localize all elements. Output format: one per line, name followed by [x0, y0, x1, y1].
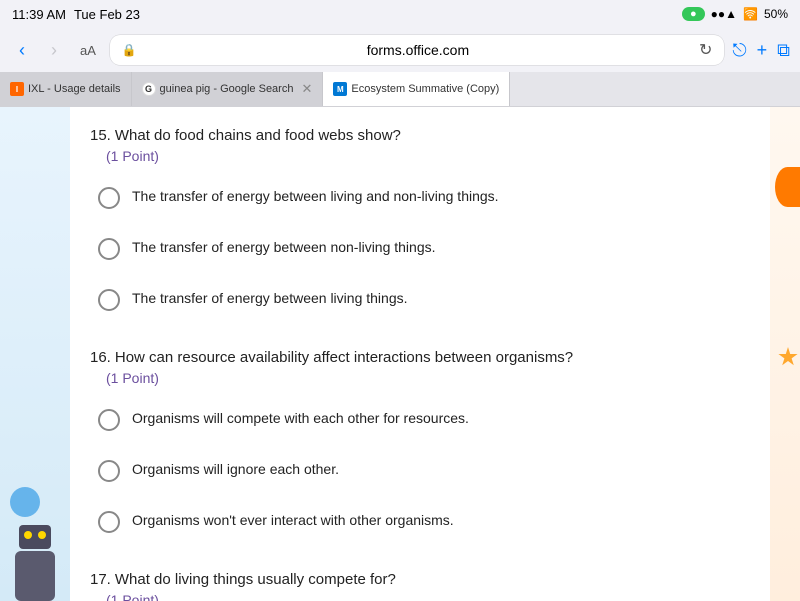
lock-icon: 🔒 [122, 43, 137, 57]
radio-16-2[interactable] [98, 460, 120, 482]
google-favicon: G [142, 82, 156, 96]
main-content: 15. What do food chains and food webs sh… [70, 107, 770, 601]
reload-button[interactable]: ↻ [699, 40, 712, 60]
question-16-row: 16. How can resource availability affect… [90, 349, 740, 366]
tabs-bar: I IXL - Usage details G guinea pig - Goo… [0, 72, 800, 106]
question-16-option-1[interactable]: Organisms will compete with each other f… [90, 402, 740, 437]
radio-15-2[interactable] [98, 238, 120, 260]
option-15-3-label: The transfer of energy between living th… [132, 288, 408, 309]
question-16-option-2[interactable]: Organisms will ignore each other. [90, 453, 740, 488]
call-indicator: ● [682, 7, 705, 21]
radio-16-3[interactable] [98, 511, 120, 533]
question-15: 15. What do food chains and food webs sh… [90, 127, 740, 317]
reader-mode-button[interactable]: aA [74, 41, 102, 60]
radio-15-1[interactable] [98, 187, 120, 209]
question-17-number: 17. [90, 571, 111, 588]
browser-chrome: ‹ › aA 🔒 forms.office.com ↻ ⎋ + ⧉ I IXL … [0, 28, 800, 107]
question-16-option-3[interactable]: Organisms won't ever interact with other… [90, 504, 740, 539]
question-15-row: 15. What do food chains and food webs sh… [90, 127, 740, 144]
tab-google[interactable]: G guinea pig - Google Search ✕ [132, 72, 324, 106]
robot-eye-right [38, 531, 46, 539]
back-button[interactable]: ‹ [10, 38, 34, 63]
page-wrapper: 15. What do food chains and food webs sh… [0, 107, 800, 601]
robot-decoration [15, 525, 55, 601]
question-15-option-3[interactable]: The transfer of energy between living th… [90, 282, 740, 317]
robot-body [15, 551, 55, 601]
add-tab-button[interactable]: + [757, 40, 768, 61]
option-16-3-label: Organisms won't ever interact with other… [132, 510, 454, 531]
nav-bar: ‹ › aA 🔒 forms.office.com ↻ ⎋ + ⧉ [0, 28, 800, 72]
browser-actions: ⎋ + ⧉ [732, 40, 790, 61]
question-17: 17. What do living things usually compet… [90, 571, 740, 601]
date: Tue Feb 23 [74, 7, 140, 22]
time: 11:39 AM [12, 7, 66, 22]
question-15-text: What do food chains and food webs show? [115, 127, 401, 144]
left-sidebar [0, 107, 70, 601]
radio-15-3[interactable] [98, 289, 120, 311]
question-16-number: 16. [90, 349, 111, 366]
eco-favicon: M [333, 82, 347, 96]
status-left: 11:39 AM Tue Feb 23 [12, 7, 140, 22]
wifi-icon: 🛜 [743, 7, 758, 21]
tab-ixl[interactable]: I IXL - Usage details [0, 72, 132, 106]
robot-head [19, 525, 51, 549]
status-right: ● ●●▲ 🛜 50% [682, 7, 788, 21]
battery-level: 50% [764, 7, 788, 21]
question-16-text: How can resource availability affect int… [115, 349, 573, 366]
tab-ixl-label: IXL - Usage details [28, 83, 121, 95]
question-16-points: (1 Point) [106, 370, 740, 386]
question-15-option-2[interactable]: The transfer of energy between non-livin… [90, 231, 740, 266]
option-16-2-label: Organisms will ignore each other. [132, 459, 339, 480]
url-text: forms.office.com [143, 42, 693, 58]
address-bar[interactable]: 🔒 forms.office.com ↻ [110, 35, 724, 65]
share-button[interactable]: ⎋ [732, 40, 746, 61]
option-15-1-label: The transfer of energy between living an… [132, 186, 499, 207]
fish-decoration [775, 167, 800, 207]
tab-google-label: guinea pig - Google Search [160, 83, 294, 95]
question-15-number: 15. [90, 127, 111, 144]
tab-google-close[interactable]: ✕ [301, 81, 312, 97]
tab-eco[interactable]: M Ecosystem Summative (Copy) [323, 72, 510, 106]
radio-16-1[interactable] [98, 409, 120, 431]
robot-eye-left [24, 531, 32, 539]
ixl-favicon: I [10, 82, 24, 96]
option-16-1-label: Organisms will compete with each other f… [132, 408, 469, 429]
question-17-row: 17. What do living things usually compet… [90, 571, 740, 588]
option-15-2-label: The transfer of energy between non-livin… [132, 237, 436, 258]
right-sidebar [770, 107, 800, 601]
question-17-text: What do living things usually compete fo… [115, 571, 396, 588]
question-15-points: (1 Point) [106, 148, 740, 164]
star-decoration [778, 347, 798, 367]
question-16: 16. How can resource availability affect… [90, 349, 740, 539]
signal-icon: ●●▲ [711, 7, 737, 21]
status-bar: 11:39 AM Tue Feb 23 ● ●●▲ 🛜 50% [0, 0, 800, 28]
circle-deco-1 [10, 487, 40, 517]
forward-button[interactable]: › [42, 38, 66, 63]
question-15-option-1[interactable]: The transfer of energy between living an… [90, 180, 740, 215]
tab-eco-label: Ecosystem Summative (Copy) [351, 83, 499, 95]
tabs-button[interactable]: ⧉ [777, 40, 790, 61]
